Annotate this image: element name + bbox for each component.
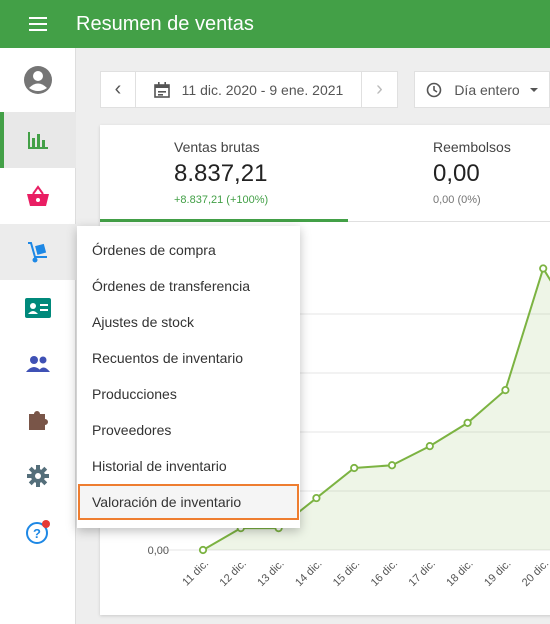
x-tick-label: 20 dic. bbox=[520, 558, 550, 589]
id-card-icon bbox=[25, 298, 51, 318]
dropdown-arrow-icon bbox=[529, 87, 538, 92]
date-range-picker[interactable]: 11 dic. 2020 - 9 ene. 2021 bbox=[136, 71, 362, 108]
menu-item[interactable]: Valoración de inventario bbox=[78, 484, 299, 520]
y-tick-label: 0,00 bbox=[148, 545, 169, 557]
menu-item[interactable]: Órdenes de compra bbox=[77, 232, 300, 268]
chart-point[interactable] bbox=[350, 463, 359, 473]
menu-item[interactable]: Proveedores bbox=[77, 412, 300, 448]
inventory-menu: Órdenes de compra Órdenes de transferenci… bbox=[77, 226, 300, 528]
gear-icon bbox=[27, 465, 49, 487]
sidebar-item-inventory[interactable] bbox=[0, 224, 76, 280]
chart-point[interactable] bbox=[387, 461, 397, 470]
puzzle-icon bbox=[29, 411, 48, 430]
people-icon bbox=[26, 356, 50, 372]
menu-item[interactable]: Recuentos de inventario bbox=[77, 340, 300, 376]
date-toolbar: ‹ 11 dic. 2020 - 9 ene. 2021 › Día enter… bbox=[100, 71, 550, 108]
menu-item[interactable]: Historial de inventario bbox=[77, 448, 300, 484]
sidebar: ? bbox=[0, 48, 76, 624]
metric-value: 8.837,21 bbox=[174, 160, 268, 187]
sidebar-item-help[interactable]: ? bbox=[0, 504, 76, 560]
sidebar-item-customers[interactable] bbox=[0, 336, 76, 392]
help-icon: ? bbox=[26, 520, 50, 544]
time-filter-label: Día entero bbox=[454, 81, 520, 98]
chart-point[interactable] bbox=[463, 418, 472, 427]
sidebar-item-employees[interactable] bbox=[0, 280, 76, 336]
sidebar-item-items[interactable] bbox=[0, 168, 76, 224]
menu-item[interactable]: Órdenes de transferencia bbox=[77, 268, 300, 304]
chart-point[interactable] bbox=[198, 545, 208, 555]
x-tick-label: 11 dic. bbox=[180, 558, 211, 589]
chart-point[interactable] bbox=[312, 493, 321, 503]
next-period-button[interactable]: › bbox=[362, 71, 398, 108]
metric-change: +8.837,21 (+100%) bbox=[174, 194, 269, 206]
page-title: Resumen de ventas bbox=[76, 12, 254, 35]
chevron-right-icon: › bbox=[376, 78, 383, 100]
clock-icon bbox=[427, 82, 442, 97]
basket-icon bbox=[27, 185, 49, 206]
sidebar-item-reports[interactable] bbox=[0, 112, 76, 168]
bar-chart-icon bbox=[28, 132, 48, 149]
time-filter-select[interactable]: Día entero bbox=[414, 71, 550, 108]
calendar-icon bbox=[153, 81, 170, 98]
sidebar-item-settings[interactable] bbox=[0, 448, 76, 504]
metric-label: Reembolsos bbox=[433, 139, 511, 155]
metric-change: 0,00 (0%) bbox=[433, 194, 481, 206]
x-tick-label: 12 dic. bbox=[218, 558, 249, 589]
hand-truck-icon bbox=[28, 242, 47, 263]
svg-text:?: ? bbox=[33, 526, 41, 541]
chart-point[interactable] bbox=[539, 264, 548, 273]
date-range-label: 11 dic. 2020 - 9 ene. 2021 bbox=[181, 81, 344, 98]
menu-icon[interactable] bbox=[0, 0, 76, 48]
x-tick-label: 13 dic. bbox=[255, 558, 286, 589]
x-tick-label: 15 dic. bbox=[331, 558, 362, 589]
chart-point[interactable] bbox=[425, 442, 434, 451]
menu-item[interactable]: Producciones bbox=[77, 376, 300, 412]
x-tick-label: 19 dic. bbox=[482, 558, 513, 589]
x-tick-label: 16 dic. bbox=[369, 558, 400, 589]
x-tick-label: 14 dic. bbox=[293, 558, 324, 589]
menu-item[interactable]: Ajustes de stock bbox=[77, 304, 300, 340]
top-app-bar: Resumen de ventas bbox=[0, 0, 550, 48]
metric-value: 0,00 bbox=[433, 160, 480, 187]
x-tick-label: 17 dic. bbox=[407, 558, 438, 589]
x-tick-label: 18 dic. bbox=[444, 558, 475, 589]
chart-point[interactable] bbox=[501, 386, 510, 395]
metric-label: Ventas brutas bbox=[174, 139, 260, 155]
sidebar-item-integrations[interactable] bbox=[0, 392, 76, 448]
sidebar-item-account[interactable] bbox=[0, 52, 76, 108]
account-circle-icon bbox=[24, 66, 52, 94]
chevron-left-icon: ‹ bbox=[114, 78, 122, 100]
prev-period-button[interactable]: ‹ bbox=[100, 71, 136, 108]
